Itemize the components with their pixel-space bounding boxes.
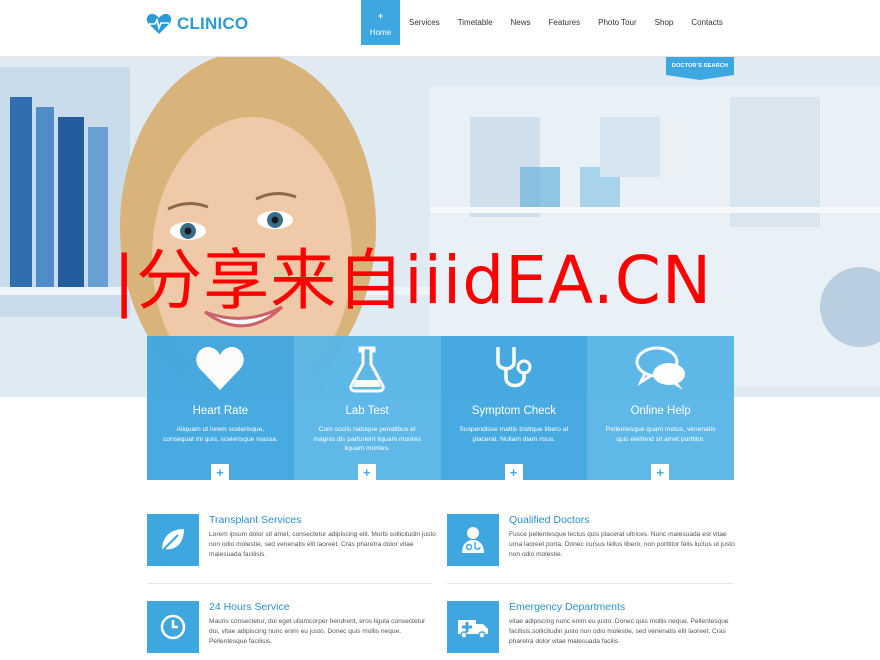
nav-news[interactable]: News <box>502 0 540 45</box>
feature-desc: Pellentesque quam metus, venenatis quis … <box>605 426 716 443</box>
ambulance-icon <box>447 601 499 653</box>
service-title[interactable]: Qualified Doctors <box>509 514 590 526</box>
service-title[interactable]: Transplant Services <box>209 514 301 526</box>
logo[interactable]: CLINICO <box>146 13 248 35</box>
clock-icon <box>147 601 199 653</box>
chat-icon <box>587 344 734 396</box>
nav-home-label: Home <box>369 27 392 37</box>
doctors-search-label: DOCTOR'S SEARCH <box>671 63 729 69</box>
heart-icon <box>147 344 294 396</box>
feature-lab-test[interactable]: Lab Test Cum sociis natoque penatibus et… <box>293 336 441 480</box>
nav-timetable[interactable]: Timetable <box>449 0 502 45</box>
feature-online-help[interactable]: Online Help Pellentesque quam metus, ven… <box>587 336 734 480</box>
main-nav: + Home Services Timetable News Features … <box>361 0 732 45</box>
feature-title: Symptom Check <box>471 405 557 417</box>
feature-desc: Aliquam ut lorem scelerisque, consequat … <box>162 426 278 443</box>
nav-photo-tour[interactable]: Photo Tour <box>589 0 646 45</box>
feature-boxes: Heart Rate Aliquam ut lorem scelerisque,… <box>147 336 734 480</box>
feature-title: Heart Rate <box>192 405 249 417</box>
nav-shop[interactable]: Shop <box>646 0 683 45</box>
heart-pulse-logo-icon <box>146 13 172 34</box>
feature-title: Lab Test <box>345 405 389 417</box>
feature-symptom-check[interactable]: Symptom Check Suspendisse mattis tristiq… <box>440 336 588 480</box>
service-text: Fusce pellentesque lectus quis placerat … <box>509 531 735 559</box>
doctor-icon <box>447 514 499 566</box>
service-text: Mauris consectetur, dui eget ullamcorper… <box>209 618 426 646</box>
feature-heart-rate[interactable]: Heart Rate Aliquam ut lorem scelerisque,… <box>147 336 294 480</box>
nav-home-plus-icon: + <box>377 10 384 21</box>
doctors-search-tab[interactable]: DOCTOR'S SEARCH <box>666 57 734 80</box>
feature-more-button[interactable]: + <box>651 464 670 480</box>
feature-more-button[interactable]: + <box>504 464 523 480</box>
page: DOCTOR'S SEARCH CLINICO + Home Services … <box>0 0 880 660</box>
leaf-icon <box>147 514 199 566</box>
feature-desc: Suspendisse mattis tristique libero at p… <box>459 426 569 443</box>
divider <box>447 583 734 584</box>
feature-desc: Cum sociis natoque penatibus et magnis d… <box>313 426 421 453</box>
nav-services[interactable]: Services <box>400 0 449 45</box>
divider <box>147 583 432 584</box>
stethoscope-icon <box>441 344 588 396</box>
nav-home[interactable]: + Home <box>361 0 400 45</box>
service-text: Lorem ipsum dolor sit amet, consectetur … <box>209 531 436 559</box>
service-title[interactable]: 24 Hours Service <box>209 601 290 613</box>
watermark-overlay: |分享来自iiidEA.CN <box>113 242 713 319</box>
feature-more-button[interactable]: + <box>211 464 229 480</box>
nav-contacts[interactable]: Contacts <box>682 0 732 45</box>
nav-features[interactable]: Features <box>540 0 590 45</box>
feature-more-button[interactable]: + <box>357 464 376 480</box>
flask-icon <box>294 344 441 396</box>
brand-name: CLINICO <box>177 14 249 33</box>
feature-title: Online Help <box>630 405 691 417</box>
service-title[interactable]: Emergency Departments <box>509 601 625 613</box>
service-text: vitae adipiscing nunc enim eu justo. Don… <box>509 618 729 646</box>
site-header: CLINICO + Home Services Timetable News F… <box>0 0 880 57</box>
